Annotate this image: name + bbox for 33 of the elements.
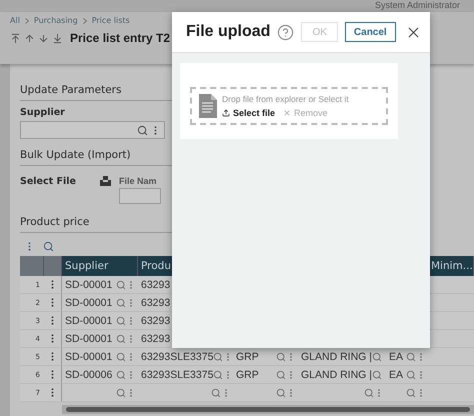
cell-text: 63293 [141,278,170,290]
field-label: Select File [20,176,77,187]
drop-hint: Drop file from explorer or Select it [222,94,349,104]
page-title: Price list entry T2 [70,31,170,45]
cell-text: 63293SLE3375 [141,368,214,380]
cell-text: GRP [236,350,259,362]
cell-text: SD-00001 [65,296,112,308]
cell-text: SD-00001 [65,314,112,326]
cell-text: GRP [236,368,259,380]
cell-text: GLAND RING | [301,350,372,362]
cell-text: 63293 [141,332,170,344]
cell-text: 63293 [141,296,170,308]
select-file-link[interactable]: Select file [222,108,276,118]
dialog-title: File upload [186,23,270,41]
cell-text: SD-00006 [65,368,112,380]
field-label: Supplier [20,107,65,118]
cell-text: EA [389,368,404,380]
cell-text: 63293SLE3375 [141,350,214,362]
column-header[interactable]: Minim... [428,256,474,276]
cancel-button[interactable]: Cancel [344,22,396,42]
cell-text: SD-00001 [65,350,112,362]
breadcrumb-link[interactable]: All [10,16,20,25]
user-name: System Administrator [374,0,460,11]
cell-text: 63293 [141,314,170,326]
cell-text: SD-00001 [65,278,112,290]
breadcrumb-link[interactable]: Price lists [92,16,130,25]
breadcrumb-link[interactable]: Purchasing [34,16,78,25]
drop-zone[interactable]: Drop file from explorer or Select it Select file Remove [190,87,388,125]
column-header[interactable]: Supplier [62,256,138,276]
cell-text: SD-00001 [65,332,112,344]
cell-text: GLAND RING | [301,368,372,380]
cell-text: EA [389,350,404,362]
field-label: File Nam [119,176,157,186]
